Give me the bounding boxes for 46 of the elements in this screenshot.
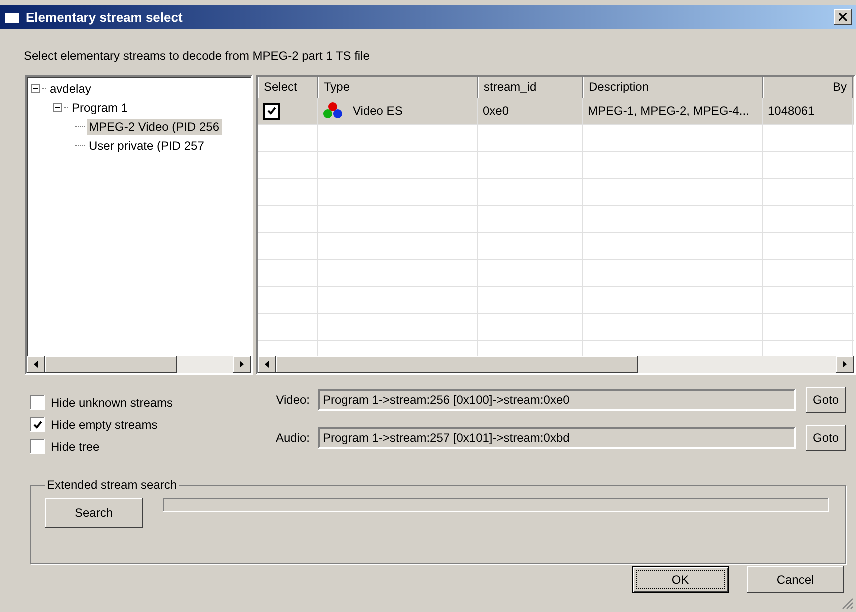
group-title: Extended stream search xyxy=(46,478,178,492)
checkbox[interactable] xyxy=(30,395,45,410)
checkmark-icon xyxy=(266,106,276,116)
color-balls-icon xyxy=(323,102,343,120)
table-cell: 0xe0 xyxy=(483,104,510,118)
checkbox[interactable] xyxy=(30,417,45,432)
dialog-button[interactable]: OK xyxy=(632,566,729,593)
left-arrow-icon[interactable] xyxy=(265,361,269,368)
table-cell: 1048061 xyxy=(768,104,815,118)
scroll-right-button[interactable] xyxy=(836,356,854,373)
table-cell: MPEG-1, MPEG-2, MPEG-4... xyxy=(588,104,750,118)
tree-item[interactable]: User private (PID 257 xyxy=(87,138,206,154)
field-label: Audio: xyxy=(274,431,310,445)
close-icon[interactable] xyxy=(839,13,847,21)
goto-button[interactable]: Goto xyxy=(806,387,846,413)
field-label: Video: xyxy=(275,393,310,407)
search-button[interactable]: Search xyxy=(45,498,143,528)
scroll-left-button[interactable] xyxy=(27,356,45,373)
window-title: Elementary stream select xyxy=(26,10,184,24)
goto-button[interactable]: Goto xyxy=(806,425,846,451)
collapse-icon[interactable] xyxy=(31,84,40,93)
stream-path-field[interactable]: Program 1->stream:257 [0x101]->stream:0xbd xyxy=(318,427,796,449)
scroll-right-button[interactable] xyxy=(233,356,251,373)
window-icon xyxy=(4,10,20,24)
checkbox-label: Hide tree xyxy=(51,440,100,454)
instruction-text: Select elementary streams to decode from MPEG-2 part 1 TS file xyxy=(24,49,371,65)
resize-grip-icon xyxy=(842,598,854,610)
close-button[interactable] xyxy=(834,9,852,25)
checkbox-label: Hide unknown streams xyxy=(51,396,174,410)
tree-item[interactable]: MPEG-2 Video (PID 256 xyxy=(87,118,222,134)
tree-item[interactable]: Program 1 xyxy=(70,100,130,116)
scrollbar-thumb[interactable] xyxy=(45,356,177,373)
scrollbar-thumb[interactable] xyxy=(276,356,638,373)
scroll-left-button[interactable] xyxy=(258,356,276,373)
checkmark-icon xyxy=(32,420,42,430)
left-arrow-icon[interactable] xyxy=(34,361,38,368)
tree-item[interactable]: avdelay xyxy=(48,80,94,96)
checkbox[interactable] xyxy=(263,102,280,120)
checkbox[interactable] xyxy=(30,439,45,454)
checkbox-label: Hide empty streams xyxy=(51,418,158,432)
collapse-icon[interactable] xyxy=(53,103,62,112)
right-arrow-icon[interactable] xyxy=(240,361,244,368)
stream-path-field[interactable]: Program 1->stream:256 [0x100]->stream:0xe0 xyxy=(318,389,796,411)
dialog-button[interactable]: Cancel xyxy=(747,566,844,593)
right-arrow-icon[interactable] xyxy=(843,361,847,368)
table-cell: Video ES xyxy=(353,104,403,118)
